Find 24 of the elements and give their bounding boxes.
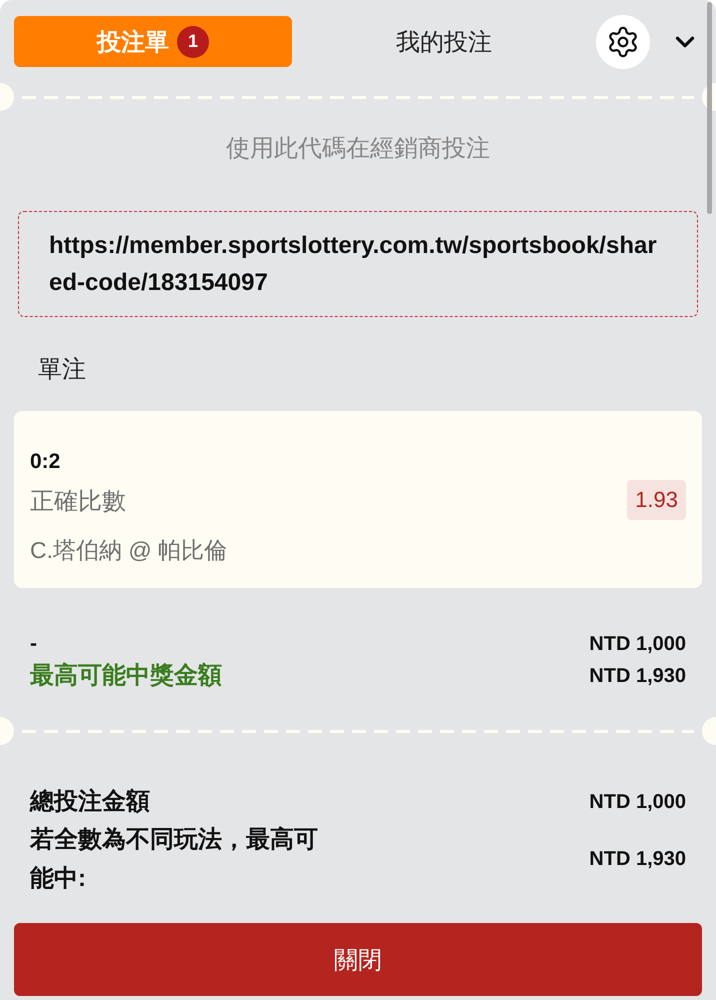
tab[interactable]: 投注單 1 xyxy=(14,16,292,67)
bet-selection: 0:2 xyxy=(30,449,62,475)
ticket-notch-icon xyxy=(702,717,716,745)
stake-label: - xyxy=(30,631,38,657)
bet-market: 正確比數 xyxy=(30,487,127,517)
section-title: 單注 xyxy=(37,355,86,385)
potential-win-label: 最高可能中獎金額 xyxy=(30,661,222,691)
stake-amount: NTD 1,000 xyxy=(589,632,686,657)
settings-icon xyxy=(606,24,640,58)
ticket-notch-icon xyxy=(0,717,14,745)
potential-win-amount: NTD 1,930 xyxy=(589,664,686,689)
tab[interactable]: 我的投注 xyxy=(292,16,596,67)
total-amount: NTD 1,930 xyxy=(589,847,686,872)
count-badge: 1 xyxy=(177,26,209,58)
odds-badge: 1.93 xyxy=(627,480,686,520)
total-label: 總投注金額 xyxy=(30,787,151,817)
close-button[interactable]: 關閉 xyxy=(14,923,702,996)
share-code-url: https://member.sportslottery.com.tw/sportsbook/shared-code/183154097 xyxy=(18,211,698,317)
total-label: 若全數為不同玩法，最高可能中: xyxy=(30,825,319,894)
scrollbar-thumb[interactable] xyxy=(707,2,712,214)
instruction-text: 使用此代碼在經銷商投注 xyxy=(226,134,490,164)
ticket-notch-icon xyxy=(0,83,14,111)
bet-event: C.塔伯納 @ 帕比倫 xyxy=(30,536,228,565)
total-amount: NTD 1,000 xyxy=(589,790,686,815)
